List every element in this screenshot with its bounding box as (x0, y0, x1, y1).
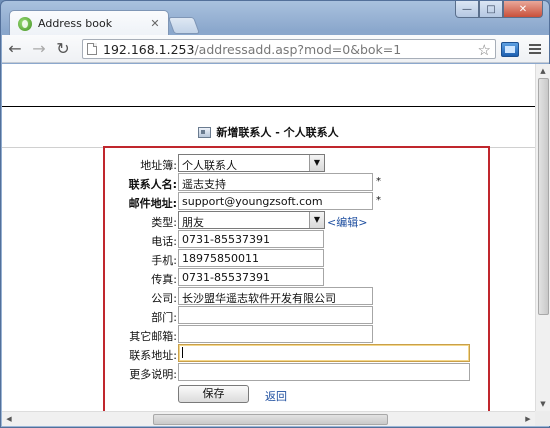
required-mark: * (376, 195, 381, 206)
extension-icon[interactable] (501, 42, 519, 57)
browser-toolbar: ← → ↻ 192.168.1.253/addressadd.asp?mod=0… (2, 35, 549, 63)
type-select[interactable]: 朋友 ▼ (178, 211, 325, 229)
minimize-button[interactable]: — (455, 1, 479, 18)
phone-label: 电话: (151, 235, 177, 248)
vertical-scrollbar[interactable]: ▲ ▼ (535, 64, 550, 411)
contact-form: 地址簿: 个人联系人 ▼ 联系人名: 遥志支持 * 邮件地址: support@… (103, 146, 490, 411)
text-caret (182, 347, 183, 358)
page-icon (87, 43, 97, 55)
email-input[interactable]: support@youngzsoft.com (178, 192, 373, 210)
contact-name-input[interactable]: 遥志支持 (178, 173, 373, 191)
close-window-button[interactable]: ✕ (503, 1, 543, 18)
forward-arrow-icon[interactable]: → (28, 38, 50, 60)
chevron-down-icon[interactable]: ▼ (309, 155, 324, 171)
mobile-input[interactable]: 18975850011 (178, 249, 324, 267)
tab-close-icon[interactable]: ✕ (148, 17, 162, 30)
fax-label: 传真: (151, 273, 177, 286)
contact-card-icon (198, 127, 212, 138)
company-input[interactable]: 长沙盟华遥志软件开发有限公司 (178, 287, 373, 305)
tab-address-book[interactable]: Address book ✕ (9, 10, 169, 36)
department-label: 部门: (151, 311, 177, 324)
department-input[interactable] (178, 306, 373, 324)
page-title-text: 新增联系人 - 个人联系人 (216, 126, 339, 139)
company-label: 公司: (151, 292, 177, 305)
email-label: 邮件地址: (128, 197, 177, 210)
notes-label: 更多说明: (129, 368, 177, 381)
mobile-label: 手机: (151, 254, 177, 267)
back-link[interactable]: 返回 (265, 388, 287, 404)
scrollbar-corner (535, 411, 550, 426)
row-actions: 保存 返回 (105, 385, 492, 403)
row-notes: 更多说明: (105, 363, 492, 381)
scroll-up-icon[interactable]: ▲ (536, 64, 550, 78)
row-address: 联系地址: (105, 344, 492, 362)
back-arrow-icon[interactable]: ← (4, 38, 26, 60)
horizontal-scrollbar[interactable]: ◀ ▶ (2, 411, 535, 426)
save-button[interactable]: 保存 (178, 385, 249, 403)
divider (2, 106, 535, 107)
address-book-select[interactable]: 个人联系人 ▼ (178, 154, 325, 172)
address-label: 联系地址: (129, 349, 177, 362)
type-label: 类型: (151, 216, 177, 229)
required-mark: * (376, 176, 381, 187)
window-controls: — □ ✕ (455, 1, 543, 19)
fax-input[interactable]: 0731-85537391 (178, 268, 324, 286)
row-company: 公司: 长沙盟华遥志软件开发有限公司 (105, 287, 492, 305)
type-value: 朋友 (182, 216, 204, 229)
row-department: 部门: (105, 306, 492, 324)
chevron-down-icon[interactable]: ▼ (309, 212, 324, 228)
row-address-book: 地址簿: 个人联系人 ▼ (105, 154, 492, 172)
row-other-email: 其它邮箱: (105, 325, 492, 343)
vertical-scroll-thumb[interactable] (538, 78, 549, 315)
row-email: 邮件地址: support@youngzsoft.com * (105, 192, 492, 210)
browser-window: — □ ✕ Address book ✕ ← → ↻ 192.168.1.253… (0, 0, 550, 428)
row-fax: 传真: 0731-85537391 (105, 268, 492, 286)
address-input[interactable] (178, 344, 470, 362)
maximize-button[interactable]: □ (479, 1, 503, 18)
row-type: 类型: 朋友 ▼ <编辑> (105, 211, 492, 229)
bookmark-star-icon[interactable]: ☆ (478, 41, 491, 59)
reload-icon[interactable]: ↻ (52, 38, 74, 60)
page-content: 新增联系人 - 个人联系人 地址簿: 个人联系人 ▼ 联系人名: 遥志支持 * … (2, 64, 535, 411)
horizontal-scroll-thumb[interactable] (153, 414, 388, 425)
other-email-input[interactable] (178, 325, 373, 343)
tab-title: Address book (38, 17, 113, 30)
address-book-label: 地址簿: (140, 159, 177, 172)
notes-input[interactable] (178, 363, 470, 381)
menu-icon[interactable] (527, 41, 543, 57)
url-path: /addressadd.asp?mod=0&bok=1 (194, 41, 402, 57)
contact-name-label: 联系人名: (128, 178, 177, 191)
row-phone: 电话: 0731-85537391 (105, 230, 492, 248)
phone-input[interactable]: 0731-85537391 (178, 230, 324, 248)
scroll-right-icon[interactable]: ▶ (521, 412, 535, 426)
favicon-icon (18, 16, 32, 31)
edit-type-link[interactable]: <编辑> (327, 214, 367, 230)
row-contact-name: 联系人名: 遥志支持 * (105, 173, 492, 191)
other-email-label: 其它邮箱: (129, 330, 177, 343)
new-tab-button[interactable] (167, 17, 201, 34)
address-book-value: 个人联系人 (182, 159, 237, 172)
scroll-left-icon[interactable]: ◀ (2, 412, 16, 426)
scroll-down-icon[interactable]: ▼ (536, 397, 550, 411)
page-title: 新增联系人 - 个人联系人 (2, 124, 535, 140)
row-mobile: 手机: 18975850011 (105, 249, 492, 267)
url-host: 192.168.1.253 (103, 41, 195, 57)
address-bar[interactable]: 192.168.1.253/addressadd.asp?mod=0&bok=1… (82, 39, 496, 59)
